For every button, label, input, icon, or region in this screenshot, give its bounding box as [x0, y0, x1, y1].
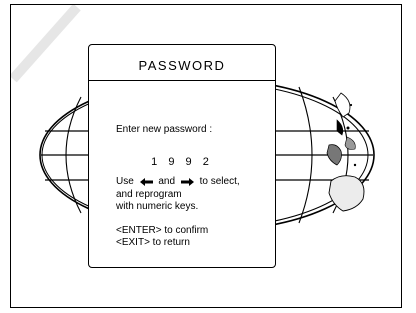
- password-value-field[interactable]: 1 9 9 2: [89, 156, 275, 168]
- dialog-title: PASSWORD: [138, 58, 226, 73]
- and-label: and: [158, 176, 176, 187]
- enter-hint: <ENTER> to confirm: [116, 225, 209, 236]
- right-arrow-icon: [180, 178, 194, 186]
- password-dialog: PASSWORD Enter new password : 1 9 9 2 Us…: [88, 44, 276, 268]
- use-label: Use: [116, 176, 134, 187]
- screen-frame: PASSWORD Enter new password : 1 9 9 2 Us…: [10, 4, 402, 308]
- instructions-line-3: with numeric keys.: [116, 201, 199, 212]
- instructions-line-1: Use and to select,: [116, 176, 240, 189]
- title-divider: [89, 80, 275, 81]
- instructions-line-2: and reprogram: [116, 189, 182, 200]
- left-arrow-icon: [139, 178, 153, 186]
- password-prompt: Enter new password :: [116, 124, 213, 135]
- exit-hint: <EXIT> to return: [116, 237, 190, 248]
- to-select-label: to select,: [199, 176, 240, 187]
